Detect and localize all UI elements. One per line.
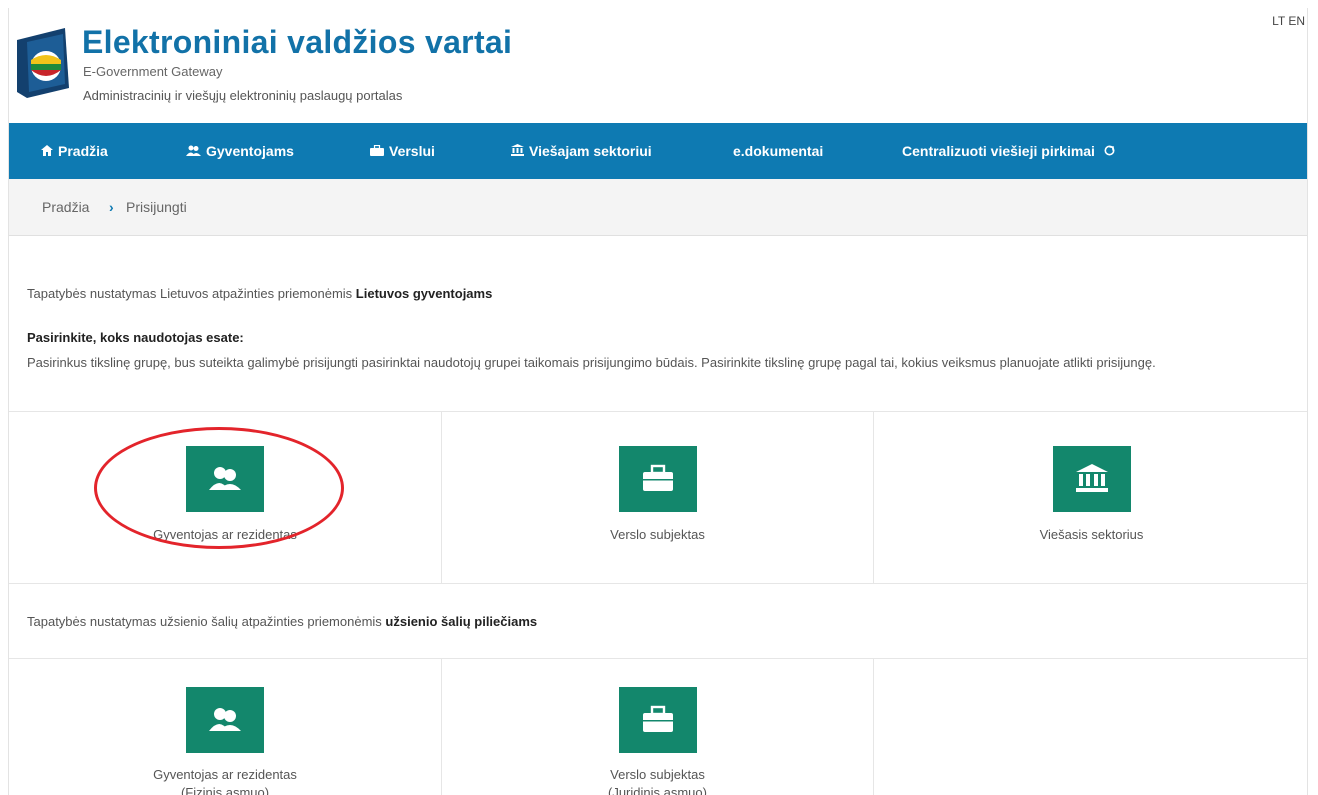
- tile-foreign-gyventojas[interactable]: Gyventojas ar rezidentas (Fizinis asmuo): [9, 659, 442, 795]
- intro-lithuanian: Tapatybės nustatymas Lietuvos atpažintie…: [27, 286, 492, 301]
- bank-icon: [511, 124, 524, 180]
- bank-icon: [1052, 446, 1131, 512]
- page-frame: Elektroniniai valdžios vartai E-Governme…: [8, 8, 1308, 795]
- external-link-icon: [1104, 124, 1115, 180]
- lithuanian-user-groups: Gyventojas ar rezidentas Verslo subjekta…: [9, 411, 1307, 584]
- nav-label: Pradžia: [58, 143, 108, 159]
- tile-label: Gyventojas ar rezidentas (Fizinis asmuo): [9, 766, 441, 795]
- site-subtitle: E-Government Gateway: [83, 64, 223, 79]
- language-switcher: LT EN: [1272, 14, 1305, 28]
- briefcase-icon: [370, 124, 384, 180]
- briefcase-icon: [618, 687, 697, 753]
- intro-lithuanian-bold: Lietuvos gyventojams: [355, 286, 493, 301]
- nav-item-pradzia[interactable]: Pradžia: [41, 123, 108, 179]
- tile-foreign-verslo-subjektas[interactable]: Verslo subjektas (Juridinis asmuo): [442, 659, 874, 795]
- site-title[interactable]: Elektroniniai valdžios vartai: [82, 24, 512, 61]
- logo-icon[interactable]: [13, 26, 73, 100]
- users-icon: [186, 446, 264, 512]
- choose-user-description: Pasirinkus tikslinę grupę, bus suteikta …: [27, 355, 1156, 370]
- tile-gyventojas[interactable]: Gyventojas ar rezidentas: [9, 412, 442, 583]
- nav-label: Gyventojams: [206, 143, 294, 159]
- breadcrumb: Pradžia › Prisijungti: [9, 179, 1307, 236]
- tile-label-line2: (Fizinis asmuo): [180, 785, 270, 795]
- site-header: Elektroniniai valdžios vartai E-Governme…: [9, 8, 1307, 123]
- tile-label: Viešasis sektorius: [1039, 527, 1144, 542]
- nav-item-verslui[interactable]: Verslui: [370, 123, 435, 179]
- nav-item-viesajam-sektoriui[interactable]: Viešajam sektoriui: [511, 123, 652, 179]
- tile-label-line1: Verslo subjektas: [610, 767, 705, 782]
- lang-en-link[interactable]: EN: [1288, 14, 1305, 28]
- nav-label: e.dokumentai: [733, 143, 824, 159]
- intro-foreign-bold: užsienio šalių piliečiams: [385, 614, 538, 629]
- lang-lt-link[interactable]: LT: [1272, 14, 1285, 28]
- main-nav: Pradžia Gyventojams Verslui Viešajam sek…: [9, 123, 1307, 179]
- foreign-user-groups: Gyventojas ar rezidentas (Fizinis asmuo)…: [9, 658, 1307, 795]
- nav-label: Centralizuoti viešieji pirkimai: [902, 143, 1095, 159]
- tile-viesasis-sektorius[interactable]: Viešasis sektorius: [874, 412, 1307, 583]
- nav-item-gyventojams[interactable]: Gyventojams: [186, 123, 294, 179]
- briefcase-icon: [618, 446, 697, 512]
- nav-label: Verslui: [389, 143, 435, 159]
- login-content: Tapatybės nustatymas Lietuvos atpažintie…: [9, 236, 1307, 795]
- home-icon: [41, 124, 53, 180]
- tile-label: Verslo subjektas (Juridinis asmuo): [442, 766, 873, 795]
- breadcrumb-separator-icon: ›: [109, 199, 114, 215]
- tile-label-line2: (Juridinis asmuo): [608, 785, 707, 795]
- choose-user-title: Pasirinkite, koks naudotojas esate:: [27, 330, 244, 345]
- breadcrumb-current: Prisijungti: [126, 199, 187, 215]
- site-description: Administracinių ir viešųjų elektroninių …: [83, 88, 403, 103]
- nav-label: Viešajam sektoriui: [529, 143, 652, 159]
- intro-foreign: Tapatybės nustatymas užsienio šalių atpa…: [27, 614, 537, 629]
- tile-verslo-subjektas[interactable]: Verslo subjektas: [442, 412, 874, 583]
- intro-lithuanian-text: Tapatybės nustatymas Lietuvos atpažintie…: [27, 286, 356, 301]
- breadcrumb-home-link[interactable]: Pradžia: [42, 199, 89, 215]
- users-icon: [186, 124, 201, 180]
- nav-item-edokumentai[interactable]: e.dokumentai: [733, 123, 823, 179]
- nav-item-centralizuoti-pirkimai[interactable]: Centralizuoti viešieji pirkimai: [902, 123, 1120, 179]
- tile-label: Gyventojas ar rezidentas: [153, 527, 297, 542]
- tile-label-line1: Gyventojas ar rezidentas: [153, 767, 297, 782]
- tile-label: Verslo subjektas: [610, 527, 705, 542]
- intro-foreign-text: Tapatybės nustatymas užsienio šalių atpa…: [27, 614, 386, 629]
- users-icon: [186, 687, 264, 753]
